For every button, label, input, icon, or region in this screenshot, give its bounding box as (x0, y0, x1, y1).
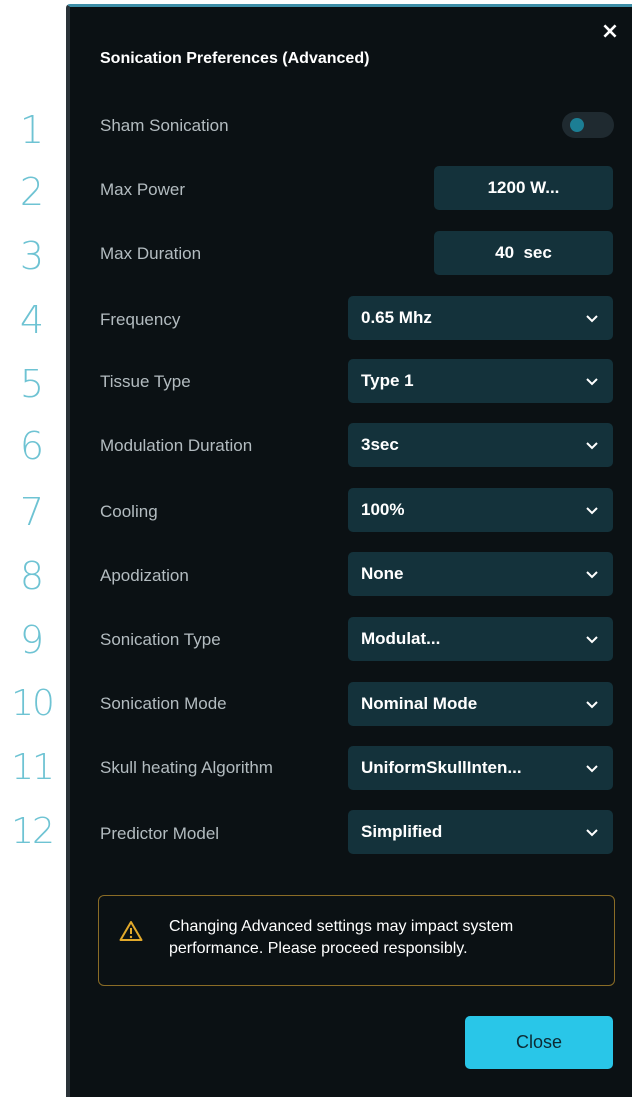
row-number: 4 (19, 298, 45, 342)
skull-heating-algorithm-value: UniformSkullInten... (361, 758, 522, 777)
warning-triangle-icon (119, 921, 143, 941)
sonication-type-value: Modulat... (361, 629, 441, 648)
skull-heating-algorithm-dropdown[interactable]: UniformSkullInten... (348, 746, 613, 790)
dialog-title: Sonication Preferences (Advanced) (100, 50, 370, 67)
frequency-label: Frequency (100, 310, 181, 329)
max-power-label: Max Power (100, 180, 186, 199)
chevron-down-icon (586, 442, 598, 450)
warning-text: Changing Advanced settings may impact sy… (169, 918, 514, 957)
chevron-down-icon (586, 636, 598, 644)
chevron-down-icon (586, 315, 598, 323)
apodization-value: None (361, 564, 404, 583)
row-number: 3 (19, 234, 45, 278)
close-button[interactable]: Close (465, 1016, 613, 1069)
predictor-model-label: Predictor Model (100, 824, 220, 843)
row-number: 12 (11, 811, 55, 852)
cooling-label: Cooling (100, 502, 158, 521)
frequency-dropdown[interactable]: 0.65 Mhz (348, 296, 613, 340)
sonication-mode-value: Nominal Mode (361, 694, 478, 713)
row-number: 1 (19, 108, 45, 152)
modulation-duration-label: Modulation Duration (100, 436, 253, 455)
row-number: 2 (19, 170, 45, 214)
sonication-mode-dropdown[interactable]: Nominal Mode (348, 682, 613, 726)
row-number: 7 (19, 490, 45, 534)
row-number: 8 (19, 554, 45, 598)
toggle-knob (570, 118, 584, 132)
row-number: 6 (19, 424, 45, 468)
predictor-model-dropdown[interactable]: Simplified (348, 810, 613, 854)
apodization-dropdown[interactable]: None (348, 552, 613, 596)
chevron-down-icon (586, 765, 598, 773)
sonication-type-label: Sonication Type (100, 630, 221, 649)
max-duration-label: Max Duration (100, 244, 202, 263)
modulation-duration-dropdown[interactable]: 3sec (348, 423, 613, 467)
chevron-down-icon (586, 507, 598, 515)
apodization-label: Apodization (100, 566, 189, 585)
sonication-type-dropdown[interactable]: Modulat... (348, 617, 613, 661)
cooling-dropdown[interactable]: 100% (348, 488, 613, 532)
chevron-down-icon (586, 571, 598, 579)
row-number: 11 (11, 747, 55, 788)
chevron-down-icon (586, 378, 598, 386)
row-number: 9 (19, 618, 45, 662)
sonication-mode-label: Sonication Mode (100, 694, 227, 713)
row-number: 5 (19, 362, 45, 406)
chevron-down-icon (586, 829, 598, 837)
close-icon[interactable]: × (598, 20, 622, 44)
predictor-model-value: Simplified (361, 822, 443, 841)
frequency-value: 0.65 Mhz (361, 308, 432, 327)
row-number: 10 (11, 683, 55, 724)
tissue-type-label: Tissue Type (100, 372, 191, 391)
modulation-duration-value: 3sec (361, 435, 399, 454)
tissue-type-value: Type 1 (361, 371, 414, 390)
sham-sonication-toggle[interactable] (562, 112, 614, 138)
warning-box: Changing Advanced settings may impact sy… (98, 895, 615, 986)
cooling-value: 100% (361, 500, 405, 519)
chevron-down-icon (586, 701, 598, 709)
skull-heating-algorithm-label: Skull heating Algorithm (100, 758, 273, 777)
max-power-field[interactable]: 1200 W... (434, 166, 613, 210)
sham-sonication-label: Sham Sonication (100, 116, 229, 135)
tissue-type-dropdown[interactable]: Type 1 (348, 359, 613, 403)
max-duration-field[interactable]: 40 sec (434, 231, 613, 275)
